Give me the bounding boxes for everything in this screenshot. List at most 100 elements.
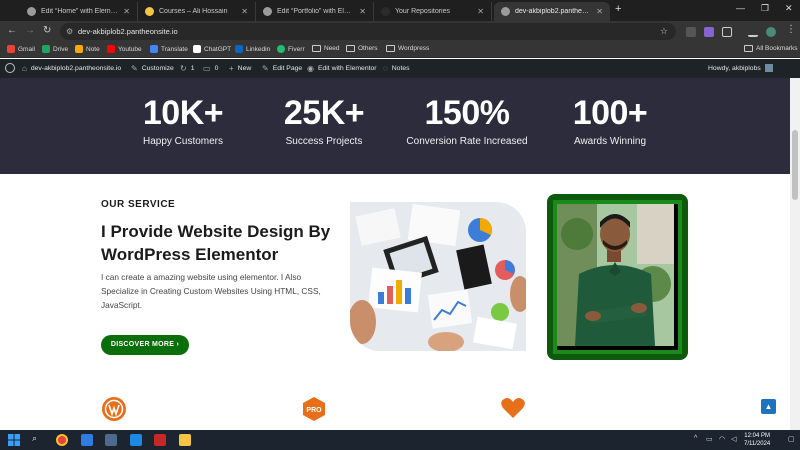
tab-courses[interactable]: Courses – Ali Hossain ✕ (138, 2, 256, 21)
app-taskbar-icon[interactable] (154, 434, 166, 446)
admin-comments[interactable]: ▭ 0 (203, 64, 218, 73)
wifi-icon[interactable]: ◠ (719, 435, 725, 443)
close-tab-icon[interactable]: ✕ (359, 7, 366, 16)
volume-icon[interactable]: ◁ (731, 435, 736, 443)
note-icon (75, 45, 83, 53)
close-window-button[interactable]: ✕ (785, 3, 793, 14)
home-icon: ⌂ (22, 64, 27, 73)
bookmark-folder-wordpress[interactable]: Wordpress (386, 45, 429, 52)
restore-button[interactable]: ❐ (761, 3, 769, 14)
address-bar[interactable]: ⚙ dev-akbiplob2.pantheonsite.io ☆ (60, 23, 676, 40)
plus-icon: + (229, 64, 234, 73)
site-info-icon[interactable]: ⚙ (66, 23, 73, 40)
stat-value: 25K+ (283, 94, 365, 132)
wp-logo-menu[interactable] (5, 63, 15, 73)
bookmark-star-icon[interactable]: ☆ (660, 23, 668, 40)
github-favicon-icon (381, 7, 390, 16)
new-tab-button[interactable]: + (615, 3, 621, 15)
network-icon[interactable]: ▭ (706, 435, 713, 443)
admin-site-name[interactable]: ⌂ dev-akbiplob2.pantheonsite.io (22, 64, 121, 73)
stat-value: 150% (424, 94, 510, 132)
close-tab-icon[interactable]: ✕ (241, 7, 248, 16)
wp-admin-bar: ⌂ dev-akbiplob2.pantheonsite.io ✎ Customiz… (0, 59, 800, 78)
portrait-illustration (557, 204, 674, 346)
close-tab-icon[interactable]: ✕ (596, 7, 603, 16)
close-tab-icon[interactable]: ✕ (123, 7, 130, 16)
discover-more-button[interactable]: DISCOVER MORE › (101, 335, 189, 355)
tab-label: Your Repositories (395, 8, 450, 15)
tab-repositories[interactable]: Your Repositories ✕ (374, 2, 492, 21)
folder-icon (312, 45, 321, 52)
folder-icon (346, 45, 355, 52)
stat-happy-customers: 10K+ Happy Customers (113, 94, 253, 147)
url-text: dev-akbiplob2.pantheonsite.io (78, 27, 178, 36)
scroll-to-top-button[interactable]: ▲ (761, 399, 776, 414)
bookmark-linkedin[interactable]: Linkedin (235, 45, 270, 53)
windows-start-icon[interactable] (8, 434, 20, 446)
courses-favicon-icon (145, 7, 154, 16)
stat-label: Conversion Rate Increased (406, 136, 528, 147)
admin-customize[interactable]: ✎ Customize (131, 64, 174, 73)
pro-badge-text: PRO (306, 407, 322, 414)
app-taskbar-icon[interactable] (81, 434, 93, 446)
app-taskbar-icon[interactable] (130, 434, 142, 446)
search-icon[interactable]: ⌕ (32, 433, 37, 444)
minimize-button[interactable]: — (736, 3, 745, 13)
workspace-photo (350, 202, 526, 351)
bookmark-chatgpt[interactable]: ChatGPT (193, 45, 231, 53)
pro-badge-icon: PRO (302, 396, 326, 427)
bookmark-folder-need[interactable]: Need (312, 45, 340, 52)
admin-notes[interactable]: ◌ Notes (383, 64, 410, 73)
close-tab-icon[interactable]: ✕ (477, 7, 484, 16)
bookmark-translate[interactable]: Translate (150, 45, 188, 53)
extension-icon[interactable] (704, 27, 714, 37)
tray-chevron-icon[interactable]: ^ (694, 435, 697, 442)
system-clock[interactable]: 12:04 PM 7/11/2024 (744, 432, 770, 448)
download-icon[interactable] (748, 27, 758, 37)
bookmark-youtube[interactable]: Youtube (107, 45, 142, 53)
service-headline: I Provide Website Design By WordPress El… (101, 222, 331, 264)
forward-arrow-icon[interactable]: → (25, 26, 35, 36)
youtube-icon (107, 45, 115, 53)
bookmark-folder-others[interactable]: Others (346, 45, 378, 52)
all-bookmarks-button[interactable]: All Bookmarks (744, 45, 798, 52)
file-explorer-icon[interactable] (179, 434, 191, 446)
bookmark-drive[interactable]: Drive (42, 45, 68, 53)
chrome-menu-icon[interactable]: ⋮ (786, 25, 796, 35)
elementor-favicon-icon (27, 7, 36, 16)
bookmark-gmail[interactable]: Gmail (7, 45, 35, 53)
comment-icon: ▭ (203, 64, 211, 73)
notification-icon[interactable]: ▢ (788, 435, 795, 443)
tab-edit-portfolio[interactable]: Edit “Portfolio” with Elementor ✕ (256, 2, 374, 21)
reload-icon[interactable]: ↻ (43, 26, 51, 36)
admin-new[interactable]: + New (229, 64, 251, 73)
stat-success-projects: 25K+ Success Projects (254, 94, 394, 147)
app-taskbar-icon[interactable] (105, 434, 117, 446)
elementor-icon: ◉ (307, 64, 314, 73)
bookmark-fiverr[interactable]: Fiverr (277, 45, 305, 53)
browser-toolbar: ← → ↻ ⚙ dev-akbiplob2.pantheonsite.io ☆ … (0, 21, 800, 42)
scrollbar-thumb[interactable] (792, 130, 798, 200)
back-arrow-icon[interactable]: ← (7, 26, 17, 36)
profile-avatar-icon[interactable] (766, 27, 776, 37)
stat-value: 100+ (572, 94, 648, 132)
workspace-illustration (350, 202, 526, 351)
linkedin-icon (235, 45, 243, 53)
extension-icon[interactable] (686, 27, 696, 37)
admin-updates[interactable]: ↻ 1 (180, 64, 194, 73)
user-avatar (764, 64, 773, 72)
admin-edit-page[interactable]: ✎ Edit Page (262, 64, 302, 73)
tab-edit-home[interactable]: Edit “Home” with Elementor ✕ (20, 2, 138, 21)
browser-tab-strip: Edit “Home” with Elementor ✕ Courses – A… (0, 0, 800, 21)
admin-edit-elementor[interactable]: ◉ Edit with Elementor (307, 64, 377, 73)
admin-account[interactable]: Howdy, akbiplobs (708, 64, 773, 72)
tab-label: dev-akbiplob2.pantheonsite.io (515, 8, 591, 15)
updates-icon: ↻ (180, 64, 187, 73)
tab-active-site[interactable]: dev-akbiplob2.pantheonsite.io ✕ (494, 2, 610, 21)
chrome-taskbar-icon[interactable] (56, 434, 68, 446)
brush-icon: ✎ (131, 64, 138, 73)
extensions-puzzle-icon[interactable] (722, 27, 732, 37)
windows-taskbar: ⌕ ^ ▭ ◠ ◁ 12:04 PM 7/11/2024 ▢ (0, 430, 800, 450)
service-section: OUR SERVICE I Provide Website Design By … (0, 174, 790, 430)
bookmark-note[interactable]: Note (75, 45, 100, 53)
